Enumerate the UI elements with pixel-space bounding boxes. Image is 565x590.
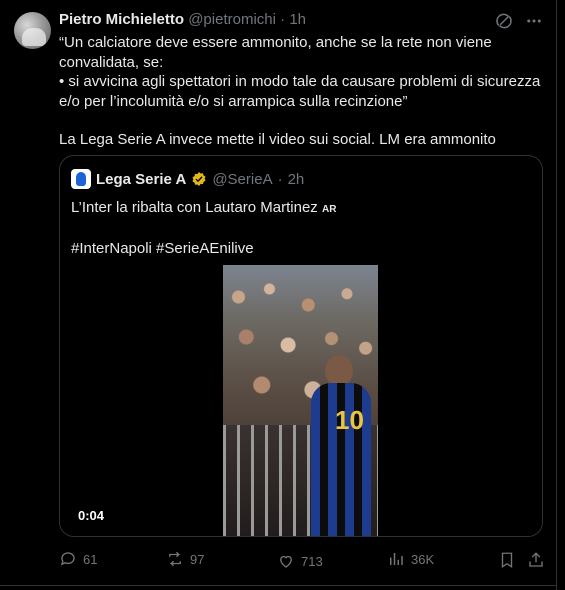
timeline-border: [556, 0, 557, 590]
quoted-text-badge: AR: [321, 204, 337, 215]
like-count: 713: [301, 553, 323, 569]
author-handle[interactable]: @pietromichi: [188, 11, 276, 28]
like-icon: [280, 555, 292, 568]
tweet-line: e/o per l’incolumità e/o si arrampica su…: [59, 92, 408, 110]
quoted-tweet[interactable]: Lega Serie A @SerieA · 2h L’Inter la rib…: [59, 155, 543, 537]
reply-icon: [60, 552, 75, 566]
tweet-text: “Un calciatore deve essere ammonito, anc…: [59, 33, 541, 150]
views-count: 36K: [411, 551, 435, 567]
views-button[interactable]: 36K: [387, 550, 434, 568]
video-frame[interactable]: 10: [223, 265, 378, 536]
time-separator: ·: [275, 11, 290, 28]
repost-icon: [169, 551, 181, 567]
quoted-text: L’Inter la ribalta con Lautaro Martinez: [71, 199, 318, 216]
more-icon[interactable]: [525, 12, 543, 30]
tweet-line: La Lega Serie A invece mette il video su…: [59, 131, 496, 148]
like-button[interactable]: 713: [277, 552, 323, 570]
quoted-hashtags[interactable]: #InterNapoli #SerieAEnilive: [71, 239, 336, 259]
grok-icon[interactable]: [495, 12, 513, 30]
tweet-line: “Un calciatore deve essere ammonito, anc…: [59, 34, 492, 51]
quoted-author-handle[interactable]: @SerieA: [212, 171, 272, 188]
tweet-divider: [0, 585, 556, 586]
tweet-line: • si avvicina agli spettatori in modo ta…: [59, 73, 541, 90]
views-icon: [390, 553, 403, 565]
quoted-tweet-header: Lega Serie A @SerieA · 2h: [71, 169, 304, 189]
reply-count: 61: [83, 551, 98, 567]
quoted-tweet-text: L’Inter la ribalta con Lautaro Martinez …: [71, 198, 336, 258]
tweet-time[interactable]: 1h: [289, 11, 306, 28]
tweet-actions: 61 97 713 36K: [59, 550, 549, 570]
quoted-author-name[interactable]: Lega Serie A: [96, 171, 186, 188]
quoted-time[interactable]: 2h: [288, 171, 305, 188]
quoted-time-separator: ·: [277, 170, 283, 188]
bookmark-icon[interactable]: [498, 551, 516, 569]
video-time: 0:04: [78, 508, 105, 523]
tweet-header: Pietro Michieletto @pietromichi · 1h: [59, 11, 306, 28]
player-number-image: 10: [335, 405, 364, 435]
author-avatar[interactable]: [14, 12, 51, 49]
share-icon[interactable]: [527, 551, 545, 569]
repost-count: 97: [190, 551, 205, 567]
reply-button[interactable]: 61: [59, 550, 97, 568]
serie-a-logo[interactable]: [71, 169, 91, 189]
repost-button[interactable]: 97: [166, 550, 204, 568]
video-player[interactable]: 10 0:04: [60, 265, 542, 536]
verified-badge-icon: [192, 172, 206, 186]
tweet-line: convalidata, se:: [59, 53, 164, 71]
tweet-top-actions: [495, 12, 543, 30]
author-name[interactable]: Pietro Michieletto: [59, 11, 184, 28]
